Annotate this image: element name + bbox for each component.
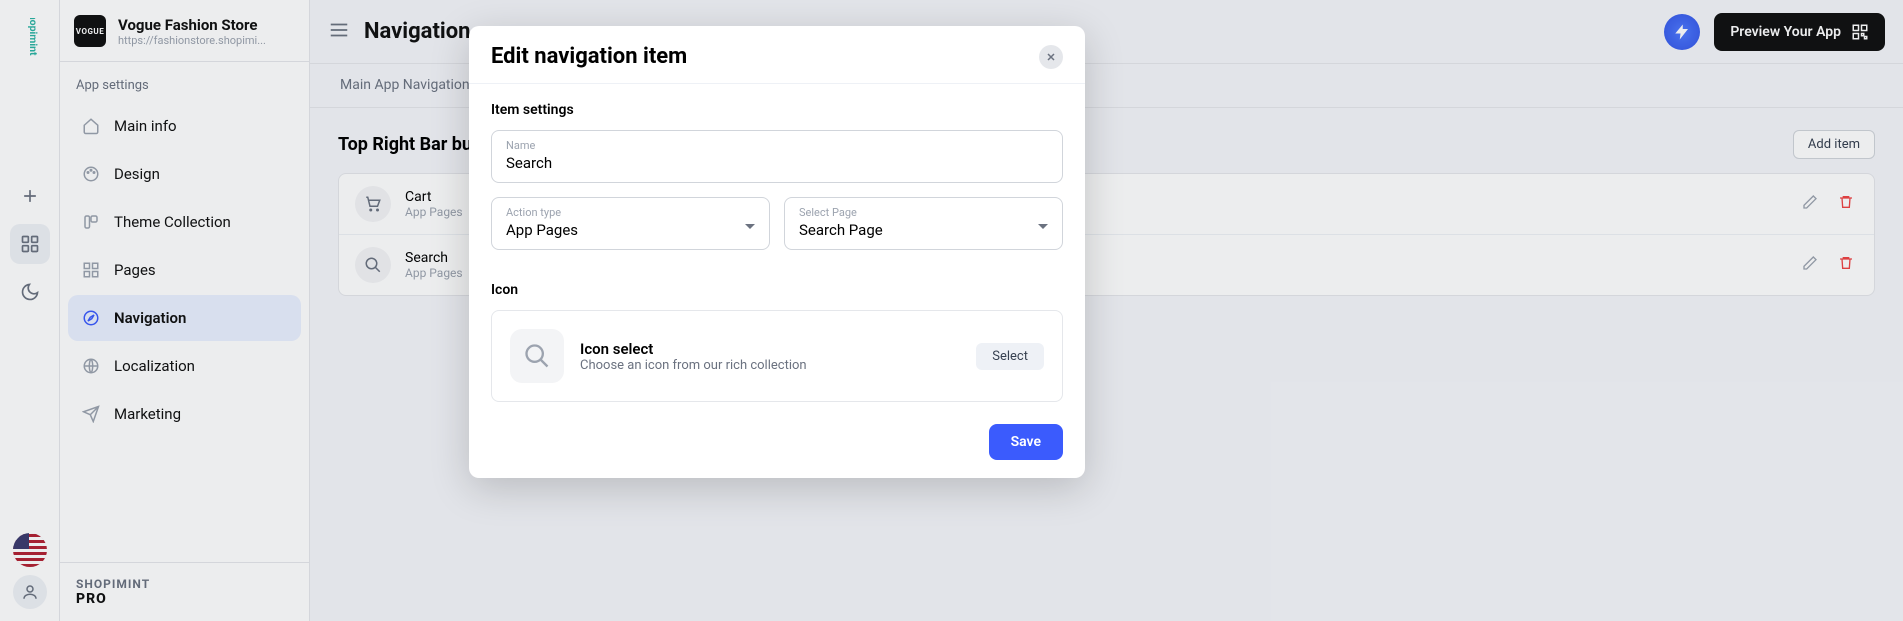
item-settings-label: Item settings — [491, 102, 1063, 118]
select-page-value: Search Page — [799, 219, 1048, 239]
select-page-select[interactable]: Select Page Search Page — [784, 197, 1063, 250]
action-type-value: App Pages — [506, 219, 755, 239]
name-field[interactable]: Name — [491, 130, 1063, 183]
close-icon — [1045, 51, 1057, 63]
modal-header: Edit navigation item — [469, 26, 1085, 83]
icon-select-sub: Choose an icon from our rich collection — [580, 358, 807, 373]
action-type-select[interactable]: Action type App Pages — [491, 197, 770, 250]
modal-close-button[interactable] — [1039, 45, 1063, 69]
modal-title: Edit navigation item — [491, 44, 687, 69]
search-icon — [523, 342, 551, 370]
icon-select-title: Icon select — [580, 340, 807, 358]
name-input[interactable] — [506, 152, 1048, 172]
save-button[interactable]: Save — [989, 424, 1063, 460]
action-type-label: Action type — [506, 206, 755, 219]
edit-navigation-item-modal: Edit navigation item Item settings Name … — [469, 26, 1085, 478]
modal-footer: Save — [469, 408, 1085, 478]
icon-section-label: Icon — [491, 282, 1063, 298]
name-field-label: Name — [506, 139, 1048, 152]
icon-preview — [510, 329, 564, 383]
select-page-label: Select Page — [799, 206, 1048, 219]
modal-body: Item settings Name Action type App Pages… — [469, 83, 1085, 408]
icon-select-button[interactable]: Select — [976, 343, 1044, 370]
page-scrollbar[interactable] — [1887, 0, 1903, 621]
icon-select-card: Icon select Choose an icon from our rich… — [491, 310, 1063, 402]
